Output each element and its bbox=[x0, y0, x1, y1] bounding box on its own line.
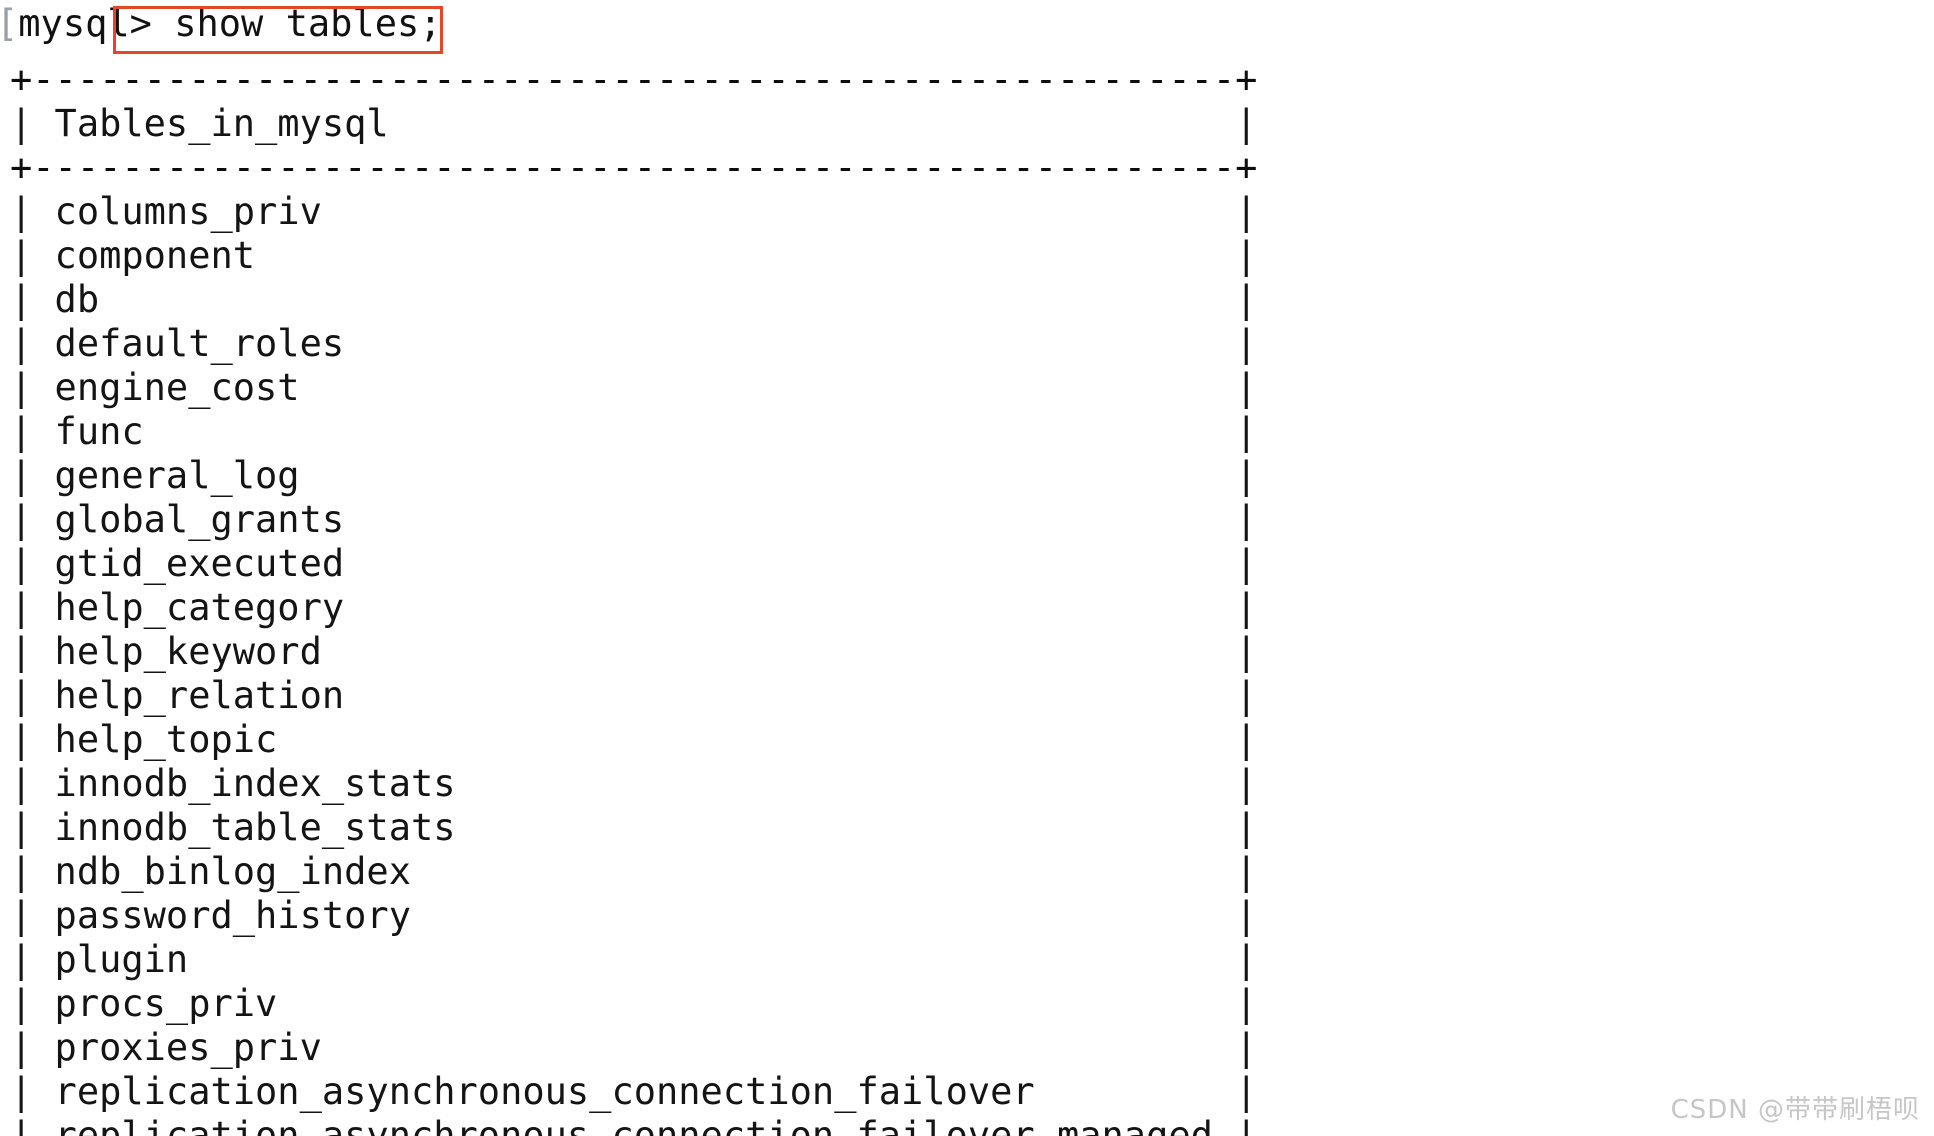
table-row: | global_grants | bbox=[10, 498, 1258, 541]
table-row: | gtid_executed | bbox=[10, 542, 1258, 585]
table-row: | db | bbox=[10, 278, 1258, 321]
table-row: | innodb_table_stats | bbox=[10, 806, 1258, 849]
typed-command: show tables; bbox=[151, 2, 442, 45]
table-header-separator: +---------------------------------------… bbox=[10, 146, 1258, 189]
table-row: | func | bbox=[10, 410, 1258, 453]
table-row: | help_keyword | bbox=[10, 630, 1258, 673]
table-row: | general_log | bbox=[10, 454, 1258, 497]
table-row: | procs_priv | bbox=[10, 982, 1258, 1025]
table-row: | component | bbox=[10, 234, 1258, 277]
table-header-row: | Tables_in_mysql | bbox=[10, 102, 1258, 145]
table-row: | engine_cost | bbox=[10, 366, 1258, 409]
prompt-label: mysql> bbox=[18, 2, 152, 45]
csdn-watermark: CSDN @带带刷梧呗 bbox=[1670, 1095, 1920, 1125]
table-row: | ndb_binlog_index | bbox=[10, 850, 1258, 893]
table-row: | columns_priv | bbox=[10, 190, 1258, 233]
prompt-bracket: [ bbox=[0, 2, 18, 45]
table-row: | password_history | bbox=[10, 894, 1258, 937]
table-row: | innodb_index_stats | bbox=[10, 762, 1258, 805]
table-row: | plugin | bbox=[10, 938, 1258, 981]
table-row: | proxies_priv | bbox=[10, 1026, 1258, 1069]
table-top-border: +---------------------------------------… bbox=[10, 58, 1258, 101]
table-row: | default_roles | bbox=[10, 322, 1258, 365]
table-row: | replication_asynchronous_connection_fa… bbox=[10, 1070, 1258, 1113]
command-prompt-line: [mysql> show tables; bbox=[0, 2, 442, 46]
table-row: | replication_asynchronous_connection_fa… bbox=[10, 1114, 1258, 1136]
terminal-window: [mysql> show tables; +------------------… bbox=[0, 0, 1934, 1136]
table-row-group: | columns_priv | | component | | db | | def… bbox=[10, 190, 1310, 1136]
table-row: | help_relation | bbox=[10, 674, 1258, 717]
query-result-table: +---------------------------------------… bbox=[10, 58, 1310, 1136]
table-row: | help_category | bbox=[10, 586, 1258, 629]
table-row: | help_topic | bbox=[10, 718, 1258, 761]
